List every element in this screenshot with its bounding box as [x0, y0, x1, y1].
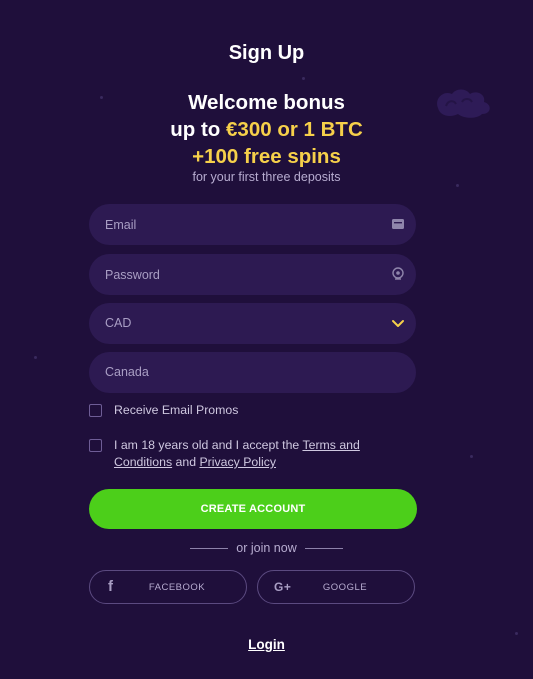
chevron-down-icon	[392, 320, 404, 327]
page-title: Sign Up	[228, 42, 305, 64]
background-star	[456, 184, 459, 187]
terms-and: and	[172, 455, 200, 469]
promos-option: Receive Email Promos	[89, 403, 419, 420]
login-link[interactable]: Login	[248, 637, 285, 652]
country-value: Canada	[105, 365, 149, 379]
promos-checkbox[interactable]	[89, 404, 102, 417]
bonus-line-1: Welcome bonus	[188, 91, 345, 114]
privacy-link[interactable]: Privacy Policy	[199, 455, 276, 469]
bonus-free-spins: +100 free spins	[192, 145, 341, 168]
bonus-subtitle: for your first three deposits	[192, 170, 341, 184]
divider-line	[304, 548, 343, 550]
email-field[interactable]	[89, 204, 416, 245]
background-star	[34, 356, 37, 359]
currency-select[interactable]: CAD	[89, 303, 416, 344]
terms-option: I am 18 years old and I accept the Terms…	[89, 437, 419, 473]
bonus-line-2: up to €300 or 1 BTC	[0, 116, 533, 143]
email-input[interactable]	[89, 204, 416, 245]
facebook-label: FACEBOOK	[148, 582, 206, 593]
country-field[interactable]: Canada	[89, 352, 416, 393]
background-star	[470, 455, 473, 458]
facebook-button[interactable]: f FACEBOOK	[89, 570, 247, 604]
bonus-amount: €300 or 1 BTC	[226, 118, 363, 141]
bonus-line-2-prefix: up to	[170, 118, 227, 141]
currency-value: CAD	[105, 316, 132, 330]
background-star	[515, 632, 518, 635]
google-button[interactable]: G+ GOOGLE	[257, 570, 415, 604]
divider-line	[190, 548, 229, 550]
bonus-headline: Welcome bonus up to €300 or 1 BTC +100 f…	[0, 89, 533, 170]
eye-icon[interactable]	[390, 266, 406, 282]
login-area: Login	[0, 637, 533, 652]
password-input[interactable]	[89, 254, 416, 295]
terms-checkbox[interactable]	[89, 439, 102, 452]
google-label: GOOGLE	[322, 582, 368, 593]
terms-prefix: I am 18 years old and I accept the	[114, 438, 303, 452]
terms-text: I am 18 years old and I accept the Terms…	[114, 437, 419, 471]
card-icon	[392, 219, 404, 229]
or-join-divider: or join now	[0, 541, 533, 555]
promos-label: Receive Email Promos	[114, 403, 239, 417]
create-account-button[interactable]: CREATE ACCOUNT	[89, 489, 417, 529]
password-field[interactable]	[89, 254, 416, 295]
background-star	[302, 77, 305, 80]
or-join-label: or join now	[236, 541, 297, 555]
